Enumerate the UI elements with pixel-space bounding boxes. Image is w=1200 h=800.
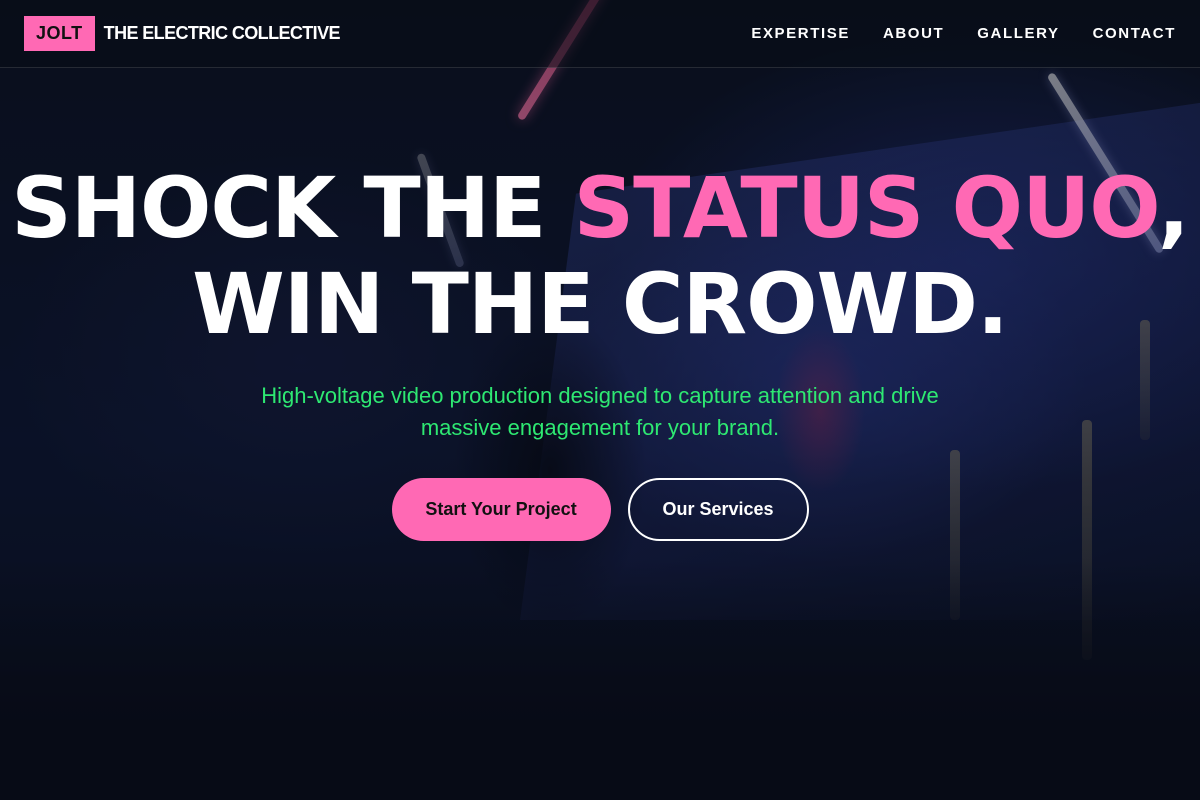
- brand-name[interactable]: THE ELECTRIC COLLECTIVE: [104, 23, 341, 44]
- nav-link-contact[interactable]: CONTACT: [1093, 25, 1176, 42]
- hero-headline: SHOCK THE STATUS QUO, WIN THE CROWD.: [0, 160, 1200, 352]
- headline-highlight: STATUS QUO: [573, 159, 1159, 257]
- site-header: JOLT THE ELECTRIC COLLECTIVE EXPERTISE A…: [0, 0, 1200, 68]
- headline-part-1: SHOCK THE: [11, 159, 574, 257]
- headline-line-2: WIN THE CROWD.: [192, 255, 1009, 353]
- headline-comma: ,: [1157, 159, 1190, 257]
- hero-subtitle: High-voltage video production designed t…: [261, 383, 939, 440]
- our-services-button[interactable]: Our Services: [627, 478, 809, 541]
- hero-actions: Start Your Project Our Services: [0, 478, 1200, 541]
- hero-section: SHOCK THE STATUS QUO, WIN THE CROWD. Hig…: [0, 160, 1200, 541]
- landing-page: JOLT THE ELECTRIC COLLECTIVE EXPERTISE A…: [0, 0, 1200, 800]
- main-nav: EXPERTISE ABOUT GALLERY CONTACT: [751, 25, 1176, 42]
- nav-link-gallery[interactable]: GALLERY: [977, 25, 1059, 42]
- brand[interactable]: JOLT THE ELECTRIC COLLECTIVE: [24, 16, 340, 51]
- nav-link-expertise[interactable]: EXPERTISE: [751, 25, 850, 42]
- start-project-button[interactable]: Start Your Project: [391, 478, 611, 541]
- logo[interactable]: JOLT: [24, 16, 95, 51]
- nav-link-about[interactable]: ABOUT: [883, 25, 944, 42]
